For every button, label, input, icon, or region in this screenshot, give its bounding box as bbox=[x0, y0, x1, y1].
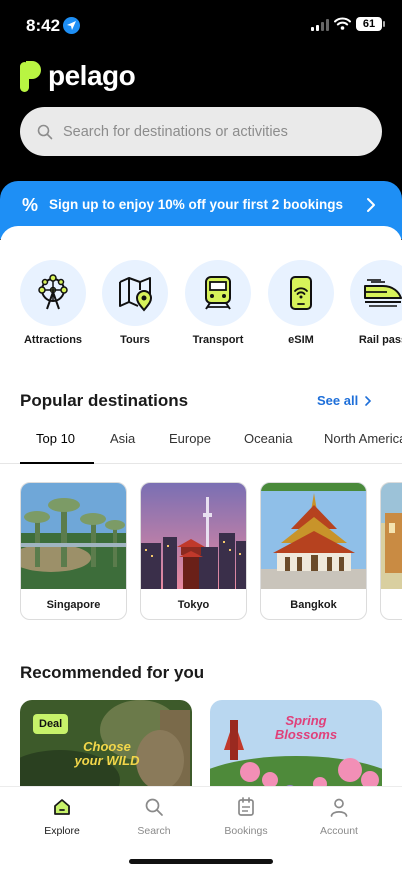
recommended-title: Recommended for you bbox=[20, 663, 205, 682]
signal-icon bbox=[311, 19, 329, 31]
destination-image bbox=[381, 483, 402, 589]
category-label: Transport bbox=[192, 334, 244, 346]
tab-north-america[interactable]: North America bbox=[324, 431, 402, 446]
map-pin-icon bbox=[119, 277, 153, 312]
category-esim[interactable]: eSIM bbox=[261, 260, 341, 346]
status-time: 8:42 bbox=[26, 16, 61, 35]
nav-search[interactable]: Search bbox=[119, 797, 189, 837]
recommended-card-spring[interactable]: Spring Blossoms bbox=[210, 700, 382, 786]
location-icon bbox=[63, 17, 80, 34]
destination-card-bangkok[interactable]: Bangkok bbox=[260, 482, 367, 620]
brand-name: pelago bbox=[48, 60, 136, 91]
search-placeholder: Search for destinations or activities bbox=[63, 123, 288, 140]
wifi-icon bbox=[334, 17, 351, 30]
promo-headline: Choose your WILD bbox=[74, 739, 140, 769]
search-icon bbox=[145, 798, 163, 816]
destination-image bbox=[21, 483, 126, 589]
chevron-right-icon bbox=[365, 395, 372, 406]
category-rail-pass[interactable]: Rail pass bbox=[343, 260, 402, 346]
destination-image bbox=[261, 483, 366, 589]
destination-card-partial[interactable] bbox=[380, 482, 402, 620]
popular-destinations-title: Popular destinations bbox=[20, 391, 189, 410]
destination-name: Tokyo bbox=[177, 599, 210, 611]
search-bar[interactable]: Search for destinations or activities bbox=[20, 107, 382, 156]
see-all-label: See all bbox=[317, 393, 359, 408]
bottom-navigation: Explore Search Bookings Account bbox=[0, 786, 402, 874]
home-icon bbox=[54, 799, 70, 815]
promo-headline: Spring Blossoms bbox=[274, 713, 338, 743]
deal-badge: Deal bbox=[33, 714, 69, 734]
search-icon bbox=[37, 124, 53, 139]
destination-name: Singapore bbox=[46, 599, 101, 611]
recommended-card-wild[interactable]: Deal Choose your WILD bbox=[20, 700, 192, 786]
battery-indicator: 61 bbox=[356, 17, 385, 31]
bookings-icon bbox=[238, 797, 254, 816]
nav-label: Bookings bbox=[224, 825, 268, 837]
bullet-train-icon bbox=[364, 279, 402, 307]
destination-name: Bangkok bbox=[290, 599, 337, 611]
destination-image bbox=[141, 483, 246, 589]
tab-top-10[interactable]: Top 10 bbox=[36, 431, 75, 446]
tab-asia[interactable]: Asia bbox=[110, 431, 135, 446]
home-indicator bbox=[129, 859, 273, 864]
category-label: Rail pass bbox=[358, 334, 402, 346]
category-label: Attractions bbox=[23, 334, 83, 346]
nav-label: Explore bbox=[44, 825, 80, 837]
train-icon bbox=[205, 276, 231, 310]
status-bar: 8:42 61 bbox=[0, 0, 402, 52]
tab-oceania[interactable]: Oceania bbox=[244, 431, 292, 446]
ferris-wheel-icon bbox=[38, 274, 68, 310]
main-content: Attractions Tours Transport eSIM Rail pa… bbox=[0, 226, 402, 786]
category-row: Attractions Tours Transport eSIM Rail pa… bbox=[0, 260, 402, 350]
nav-label: Search bbox=[137, 825, 171, 837]
tab-europe[interactable]: Europe bbox=[169, 431, 211, 446]
esim-phone-icon bbox=[290, 276, 312, 310]
active-tab-indicator bbox=[20, 462, 94, 464]
category-transport[interactable]: Transport bbox=[178, 260, 258, 346]
account-icon bbox=[330, 798, 348, 817]
category-attractions[interactable]: Attractions bbox=[13, 260, 93, 346]
destination-card-tokyo[interactable]: Tokyo bbox=[140, 482, 247, 620]
nav-explore[interactable]: Explore bbox=[27, 797, 97, 837]
destination-card-singapore[interactable]: Singapore bbox=[20, 482, 127, 620]
category-label: Tours bbox=[120, 334, 150, 346]
see-all-link[interactable]: See all bbox=[317, 393, 372, 408]
nav-bookings[interactable]: Bookings bbox=[211, 797, 281, 837]
nav-account[interactable]: Account bbox=[304, 797, 374, 837]
category-tours[interactable]: Tours bbox=[95, 260, 175, 346]
percent-icon: % bbox=[22, 195, 39, 215]
promo-text: Sign up to enjoy 10% off your first 2 bo… bbox=[49, 197, 344, 212]
category-label: eSIM bbox=[288, 334, 314, 346]
destination-tabs: Top 10 Asia Europe Oceania North America bbox=[0, 426, 402, 464]
brand-logo: pelago bbox=[20, 60, 136, 92]
nav-label: Account bbox=[320, 825, 358, 837]
pelago-logo-icon bbox=[20, 60, 41, 92]
chevron-right-icon bbox=[367, 198, 375, 212]
